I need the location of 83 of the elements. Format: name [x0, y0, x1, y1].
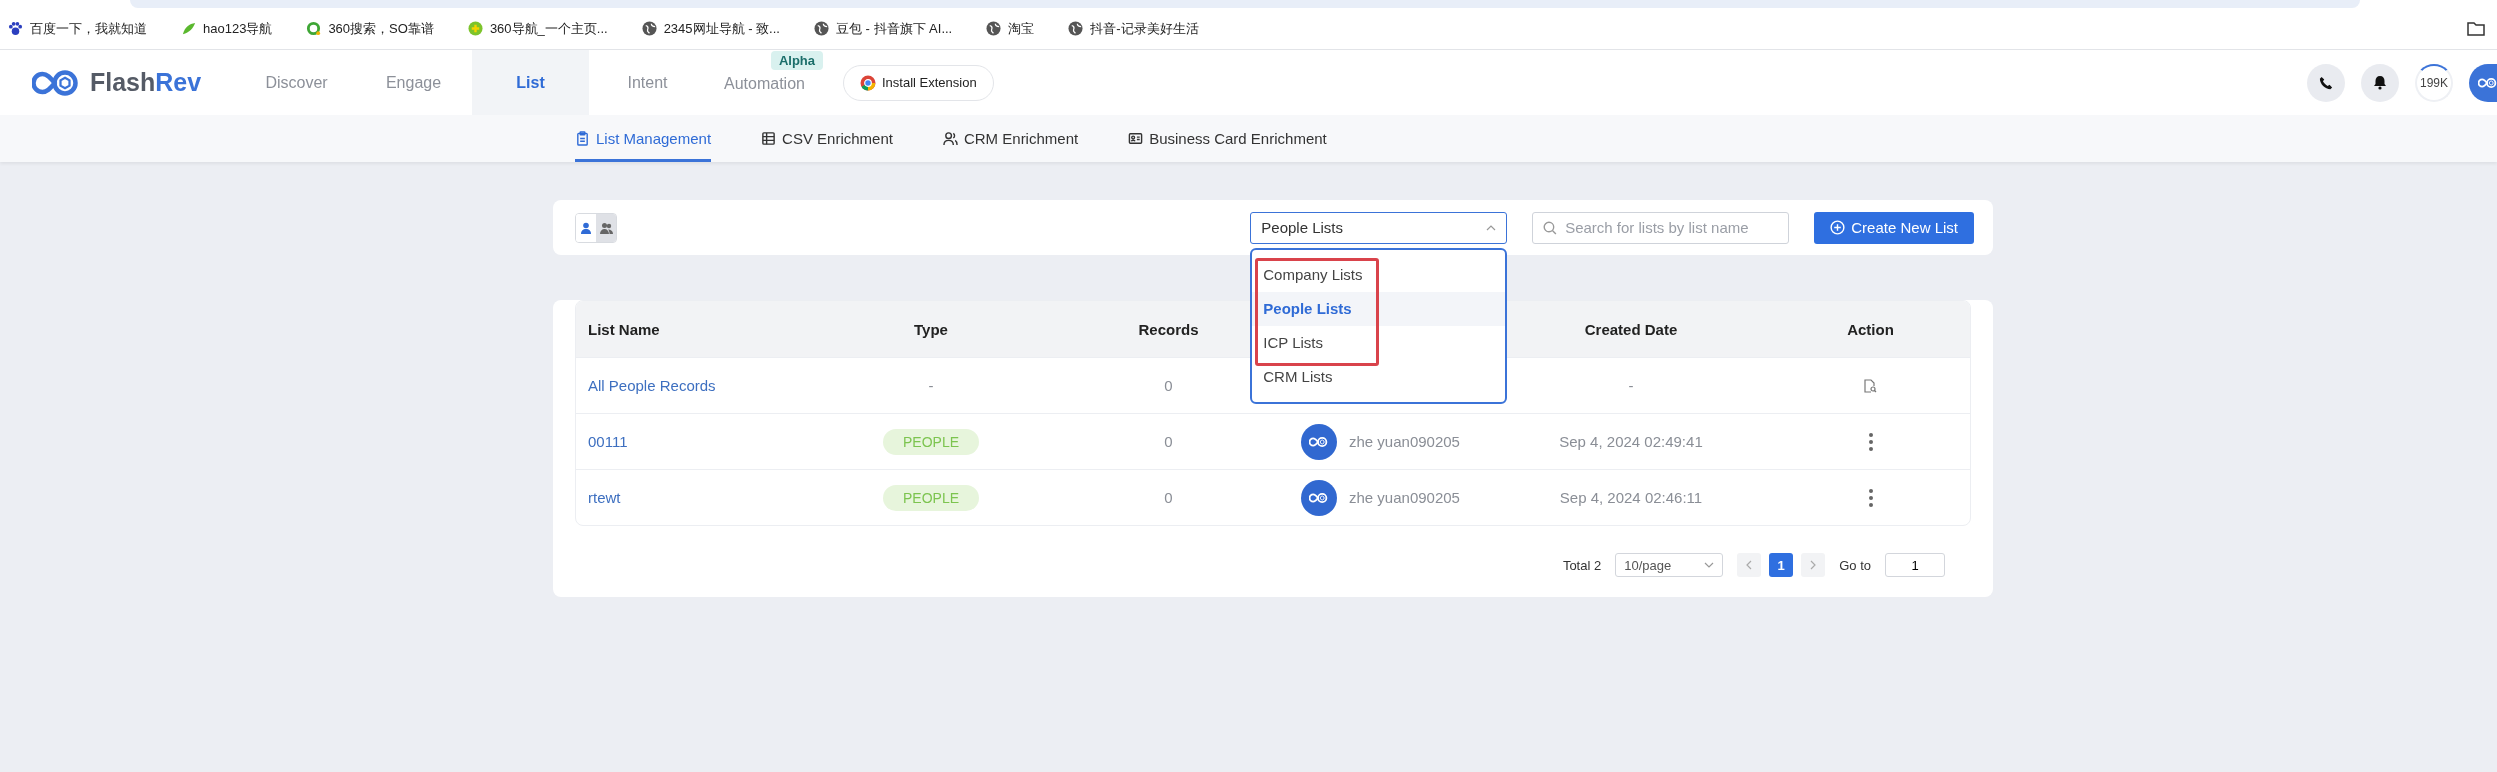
bookmark-link[interactable]: 淘宝	[986, 19, 1035, 38]
chrome-icon	[860, 74, 876, 91]
go-to-field[interactable]: 1	[1885, 553, 1945, 577]
column-header: Action	[1847, 320, 1894, 338]
bookmark-link[interactable]: 360搜索，SO靠谱	[306, 19, 434, 38]
create-list-button[interactable]: Create New List	[1814, 211, 1974, 244]
subnav-tab[interactable]: Business Card Enrichment	[1128, 115, 1327, 162]
subnav-tab[interactable]: CRM Enrichment	[942, 115, 1079, 162]
users-icon	[942, 131, 958, 146]
type-tag: PEOPLE	[883, 428, 979, 455]
list-name-link[interactable]: rtewt	[588, 489, 621, 506]
search-field[interactable]: Search for lists by list name	[1532, 211, 1790, 244]
bookmark-link[interactable]: 百度一下，我就知道	[8, 19, 147, 38]
search-icon	[1543, 220, 1558, 235]
clipboard-icon	[575, 131, 590, 146]
created-date: -	[1628, 377, 1634, 394]
column-header: List Name	[588, 320, 660, 338]
leaf-icon	[181, 21, 196, 36]
folder-icon[interactable]	[2467, 21, 2485, 36]
owner-name: zhe yuan090205	[1349, 433, 1460, 450]
logo-icon	[2477, 76, 2497, 89]
subnav-tab[interactable]: CSV Enrichment	[761, 115, 893, 162]
user-avatar[interactable]	[2469, 63, 2497, 102]
more-icon[interactable]	[1868, 488, 1873, 507]
dropdown-option[interactable]: CRM Lists	[1252, 359, 1506, 394]
page-size-select[interactable]: 10/page	[1615, 553, 1724, 577]
list-name-link[interactable]: All People Records	[588, 377, 716, 394]
created-date: Sep 4, 2024 02:49:41	[1559, 433, 1703, 450]
records-count: 0	[1164, 489, 1173, 506]
logo-icon	[1309, 435, 1329, 448]
go-to-label: Go to	[1839, 557, 1871, 573]
plus-circle-icon	[1830, 220, 1846, 235]
bookmark-link[interactable]: 2345网址导航 - 致...	[641, 19, 780, 38]
id-card-icon	[1128, 131, 1144, 146]
subnav-tab[interactable]: List Management	[575, 115, 712, 162]
brand-name: FlashRev	[90, 68, 202, 97]
globe-icon	[986, 21, 1002, 36]
logo-icon	[32, 67, 80, 98]
total-count: Total 2	[1562, 557, 1602, 573]
more-icon[interactable]	[1868, 432, 1873, 451]
bookmark-link[interactable]: 360导航_一个主页...	[467, 19, 608, 38]
records-count: 0	[1164, 433, 1173, 450]
dropdown-option[interactable]: People Lists	[1252, 291, 1506, 326]
column-header: Records	[1138, 320, 1199, 338]
alpha-badge: Alpha	[770, 51, 823, 70]
person-icon	[580, 221, 592, 234]
bell-icon	[2373, 75, 2387, 90]
records-count: 0	[1164, 377, 1173, 394]
bookmark-link[interactable]: hao123导航	[181, 19, 273, 38]
view-toggle-button[interactable]	[596, 213, 616, 242]
chevron-icon	[1704, 562, 1715, 568]
column-header: Type	[914, 320, 948, 338]
globe-icon	[641, 21, 657, 36]
globe-icon	[813, 21, 829, 36]
bookmark-link[interactable]: 豆包 - 抖音旗下 AI...	[813, 19, 953, 38]
paw-icon	[8, 21, 23, 36]
chevron-right-icon	[1810, 560, 1817, 570]
bookmark-link[interactable]: 抖音-记录美好生活	[1068, 19, 1199, 38]
type-tag: PEOPLE	[883, 484, 979, 511]
notification-button[interactable]	[2361, 63, 2399, 102]
globe-icon	[1068, 21, 1084, 36]
ring-icon	[306, 21, 322, 36]
plus-icon	[467, 21, 483, 36]
dropdown-option[interactable]: Company Lists	[1252, 257, 1506, 292]
page-button[interactable]: 1	[1769, 553, 1794, 577]
owner-name: zhe yuan090205	[1349, 489, 1460, 506]
type-text: -	[928, 377, 934, 394]
nav-tab[interactable]: List	[472, 50, 589, 115]
column-header: Created Date	[1584, 320, 1678, 338]
list-type-select[interactable]: People Lists	[1250, 211, 1508, 244]
list-name-link[interactable]: 00111	[588, 433, 628, 450]
created-date: Sep 4, 2024 02:46:11	[1559, 489, 1703, 506]
chevron-left-icon	[1746, 560, 1753, 570]
document-search-icon[interactable]	[1864, 378, 1877, 393]
logo-icon	[1309, 491, 1329, 504]
install-extension-button[interactable]: Install Extension	[843, 64, 994, 101]
chevron-icon	[1486, 224, 1497, 231]
dropdown-option[interactable]: ICP Lists	[1252, 325, 1506, 360]
table-icon	[761, 131, 777, 146]
phone-button[interactable]	[2307, 63, 2345, 102]
phone-icon	[2319, 75, 2333, 90]
credits-indicator[interactable]: 199K	[2415, 63, 2453, 102]
people-icon	[599, 221, 613, 234]
